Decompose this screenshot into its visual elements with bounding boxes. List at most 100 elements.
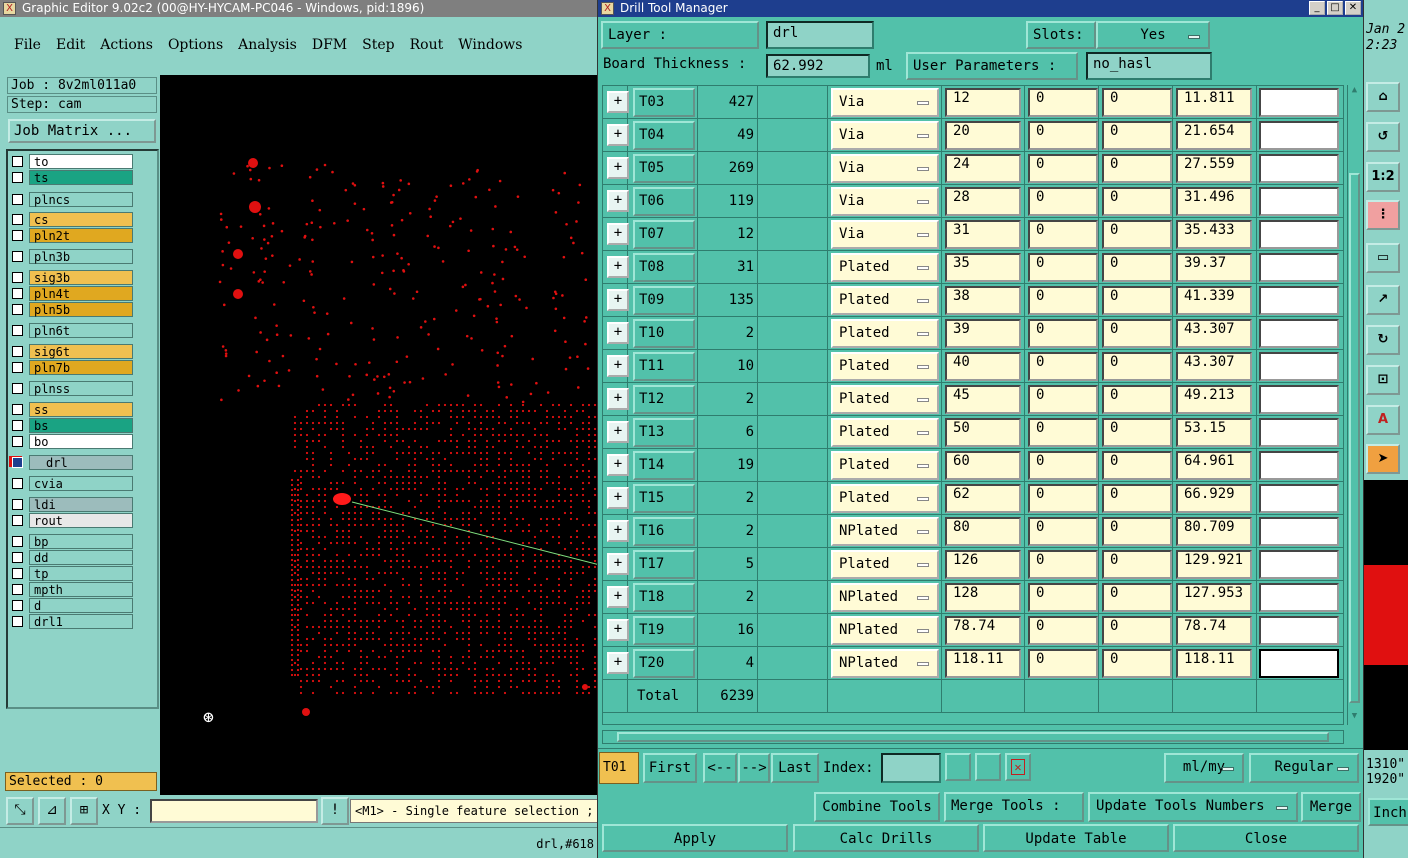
layer-row[interactable]: bo [12,434,133,449]
tool-drill-input[interactable]: 35.433 [1176,220,1252,249]
layer-checkbox[interactable] [12,230,23,241]
menu-rout[interactable]: Rout [410,37,444,53]
tool-p2-input[interactable]: 0 [1102,253,1172,282]
tool-size-input[interactable]: 39 [945,319,1021,348]
layer-row[interactable]: pln5b [12,302,133,317]
tool-p1-input[interactable]: 0 [1028,220,1098,249]
tool-size-input[interactable]: 128 [945,583,1021,612]
tool-drill-input[interactable]: 80.709 [1176,517,1252,546]
tool-extra-input[interactable] [1259,418,1339,447]
tool-number[interactable]: T17 [633,550,695,579]
tool-size-input[interactable]: 35 [945,253,1021,282]
tool-type-dropdown[interactable]: NPlated [831,649,939,678]
dtm-titlebar[interactable]: X Drill Tool Manager _ □ ✕ [598,0,1363,17]
layer-row[interactable]: drl [9,455,133,470]
layer-row[interactable]: drl1 [12,614,133,629]
tool-number[interactable]: T14 [633,451,695,480]
tool-extra-input[interactable] [1259,484,1339,513]
tool-p1-input[interactable]: 0 [1028,352,1098,381]
tool-type-dropdown[interactable]: Plated [831,385,939,414]
tool-size-input[interactable]: 60 [945,451,1021,480]
tool-p2-input[interactable]: 0 [1102,451,1172,480]
mode-dropdown[interactable]: Regular [1249,753,1359,783]
redo-icon[interactable]: ↻ [1366,325,1400,355]
layer-checkbox[interactable] [12,251,23,262]
tool-extra-input[interactable] [1259,517,1339,546]
tool-number[interactable]: T13 [633,418,695,447]
row-select-icon[interactable]: + [607,124,629,146]
tool-extra-input[interactable] [1259,319,1339,348]
layer-row[interactable]: bs [12,418,133,433]
tool-extra-input[interactable] [1259,187,1339,216]
units-dropdown[interactable]: ml/my [1164,753,1244,783]
bulb-icon[interactable] [945,753,971,781]
tool-type-dropdown[interactable]: NPlated [831,583,939,612]
tool-extra-input[interactable] [1259,286,1339,315]
layer-row[interactable]: pln7b [12,360,133,375]
tool-p2-input[interactable]: 0 [1102,220,1172,249]
tool-extra-input[interactable] [1259,154,1339,183]
layer-checkbox[interactable] [12,346,23,357]
tool-drill-input[interactable]: 43.307 [1176,352,1252,381]
tool-type-dropdown[interactable]: Plated [831,451,939,480]
layer-row[interactable]: rout [12,513,133,528]
row-select-icon[interactable]: + [607,157,629,179]
layer-row[interactable]: pln2t [12,228,133,243]
tool-drill-input[interactable]: 118.11 [1176,649,1252,678]
tool-p2-input[interactable]: 0 [1102,517,1172,546]
tool-number[interactable]: T04 [633,121,695,150]
first-button[interactable]: First [643,753,697,783]
tool-size-input[interactable]: 20 [945,121,1021,150]
tool-type-dropdown[interactable]: NPlated [831,517,939,546]
scroll-down-icon[interactable]: ▼ [1348,711,1361,725]
row-select-icon[interactable]: + [607,223,629,245]
tool-number[interactable]: T16 [633,517,695,546]
layer-row[interactable]: pln3b [12,249,133,264]
fit-icon[interactable]: ⊡ [1366,365,1400,395]
layer-row[interactable]: mpth [12,582,133,597]
tool-extra-input[interactable] [1259,451,1339,480]
tool-drill-input[interactable]: 11.811 [1176,88,1252,117]
layer-row[interactable]: ldi [12,497,133,512]
row-select-icon[interactable]: + [607,91,629,113]
tool-drill-input[interactable]: 66.929 [1176,484,1252,513]
tool-p2-input[interactable]: 0 [1102,319,1172,348]
tool-type-dropdown[interactable]: Plated [831,418,939,447]
index-input[interactable] [881,753,941,783]
measure-icon[interactable]: ⊿ [38,797,66,825]
layer-row[interactable]: ss [12,402,133,417]
tool-p2-input[interactable]: 0 [1102,352,1172,381]
tool-extra-input[interactable] [1259,220,1339,249]
menu-analysis[interactable]: Analysis [238,37,297,53]
tool-drill-input[interactable]: 21.654 [1176,121,1252,150]
combine-tools-button[interactable]: Combine Tools [814,792,940,822]
tool-number[interactable]: T05 [633,154,695,183]
tool-p1-input[interactable]: 0 [1028,88,1098,117]
tool-type-dropdown[interactable]: Via [831,88,939,117]
tool-size-input[interactable]: 31 [945,220,1021,249]
row-select-icon[interactable]: + [607,553,629,575]
tool-p2-input[interactable]: 0 [1102,121,1172,150]
tool-extra-input[interactable] [1259,253,1339,282]
layer-checkbox[interactable] [12,478,23,489]
calc-drills-button[interactable]: Calc Drills [793,824,979,852]
layer-checkbox[interactable] [12,457,23,468]
tool-type-dropdown[interactable]: NPlated [831,616,939,645]
editor-titlebar[interactable]: X Graphic Editor 9.02c2 (00@HY-HYCAM-PC0… [0,0,600,17]
layer-checkbox[interactable] [12,420,23,431]
layer-checkbox[interactable] [12,436,23,447]
tool-number[interactable]: T19 [633,616,695,645]
tool-extra-input[interactable] [1259,583,1339,612]
row-select-icon[interactable]: + [607,421,629,443]
tool-p1-input[interactable]: 0 [1028,187,1098,216]
layer-checkbox[interactable] [12,272,23,283]
tool-size-input[interactable]: 126 [945,550,1021,579]
tool-p1-input[interactable]: 0 [1028,583,1098,612]
tool-number[interactable]: T10 [633,319,695,348]
row-select-icon[interactable]: + [607,322,629,344]
layer-checkbox[interactable] [12,616,23,627]
tool-p1-input[interactable]: 0 [1028,451,1098,480]
layer-checkbox[interactable] [12,156,23,167]
layer-checkbox[interactable] [12,499,23,510]
tool-drill-input[interactable]: 78.74 [1176,616,1252,645]
